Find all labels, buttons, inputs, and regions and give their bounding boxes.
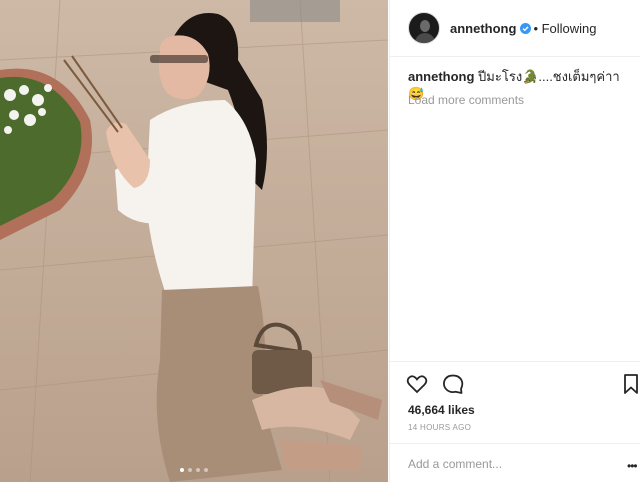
avatar[interactable] [408,12,440,44]
carousel-dot [188,468,192,472]
following-button[interactable]: • Following [533,21,596,36]
header-divider [390,56,640,57]
username-link[interactable]: annethong [450,21,516,36]
comment-divider [390,443,640,444]
carousel-dot [196,468,200,472]
post-header: annethong • Following [408,11,597,45]
add-comment-input[interactable]: Add a comment... [408,457,502,471]
load-more-comments[interactable]: Load more comments [408,93,524,107]
carousel-indicator [0,468,388,472]
bookmark-icon[interactable] [619,372,640,396]
post-timestamp[interactable]: 14 HOURS AGO [408,423,471,432]
caption-username[interactable]: annethong [408,69,474,84]
actions-divider [390,361,640,362]
verified-badge-icon [520,22,532,34]
carousel-dot [204,468,208,472]
post-photo[interactable] [0,0,388,482]
post-sidebar: annethong • Following annethong ปีมะโรง🐊… [389,0,640,482]
heart-icon[interactable] [405,372,429,396]
comment-icon[interactable] [441,372,465,396]
carousel-dot [180,468,184,472]
ellipsis-icon[interactable]: ••• [627,459,638,473]
likes-count[interactable]: 46,664 likes [408,403,475,417]
post-image [0,0,388,482]
action-bar [405,372,640,398]
